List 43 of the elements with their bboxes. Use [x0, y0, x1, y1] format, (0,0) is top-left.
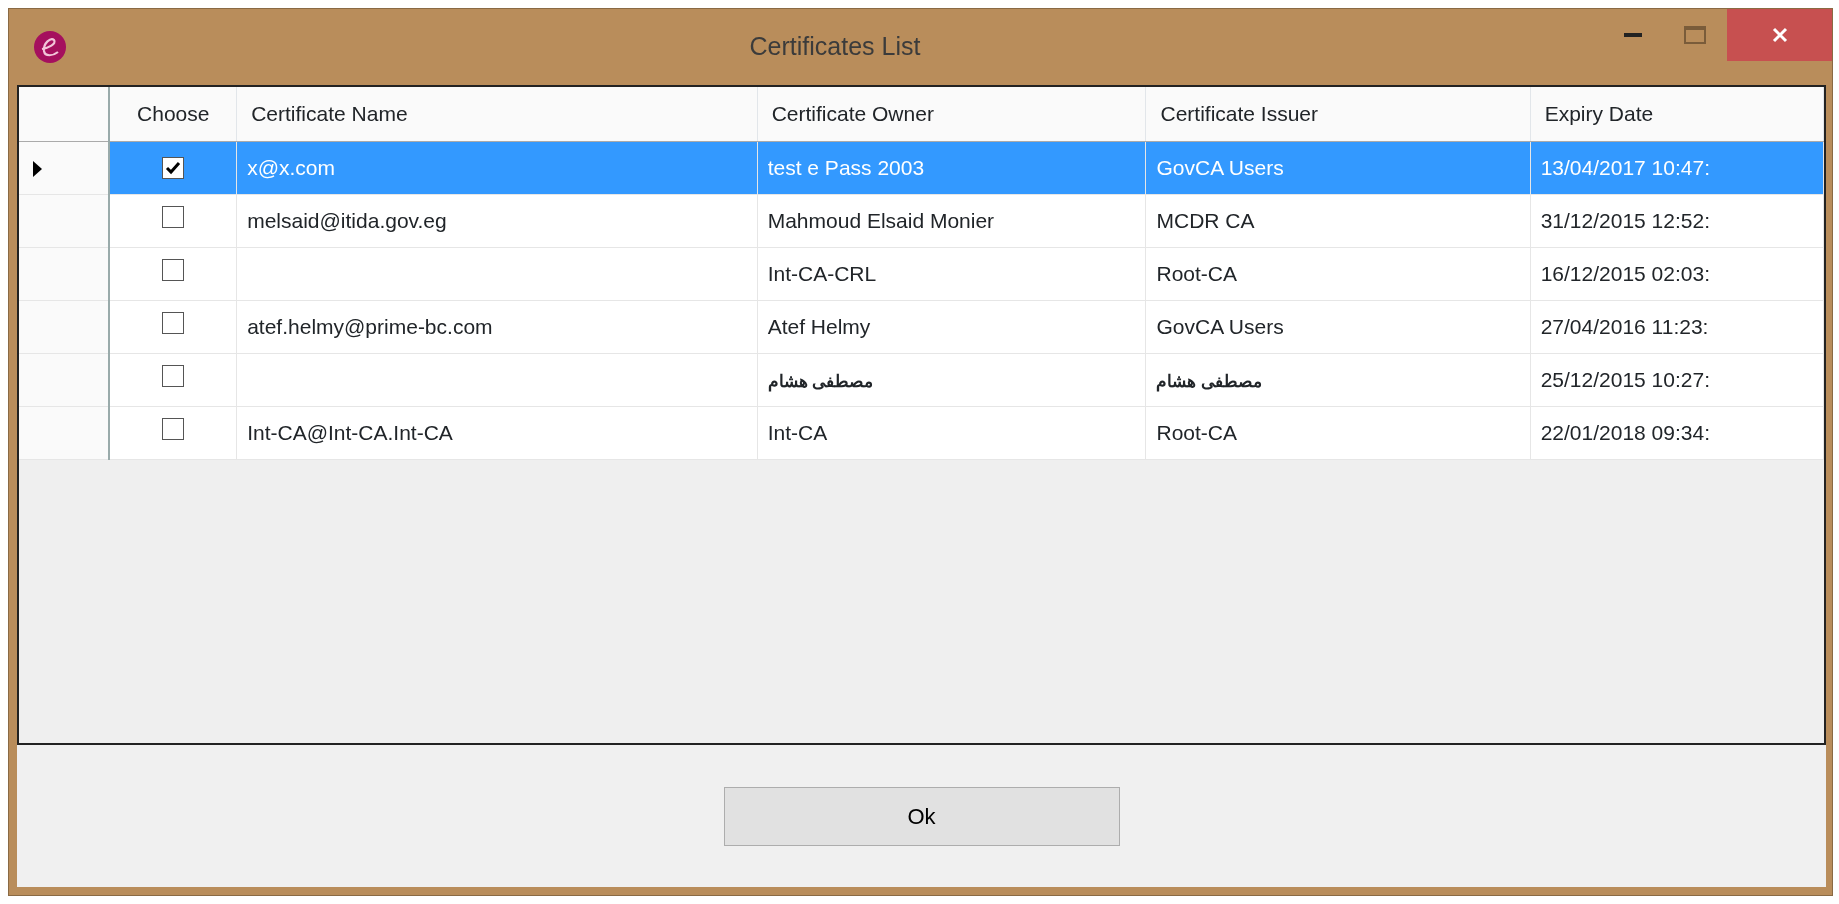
table-cell: 31/12/2015 12:52:: [1540, 208, 1710, 232]
ok-button[interactable]: Ok: [723, 786, 1120, 846]
checkbox[interactable]: [162, 364, 185, 387]
app-logo-icon: [33, 30, 67, 64]
checkbox[interactable]: [162, 258, 185, 281]
table-cell: Int-CA: [767, 420, 828, 444]
table-cell: atef.helmy@prime-bc.com: [247, 314, 493, 338]
table-cell: مصطفى هشام: [1156, 371, 1263, 391]
window-title: Certificates List: [748, 31, 922, 63]
column-header[interactable]: Certificate Issuer: [1160, 102, 1319, 125]
table-cell: 13/04/2017 10:47:: [1540, 155, 1710, 179]
table-cell: Int-CA@Int-CA.Int-CA: [247, 420, 453, 444]
table-row[interactable]: atef.helmy@prime-bc.com Atef Helmy GovCA Users 27/04/2016 11:23:: [19, 300, 1824, 353]
minimize-icon: [1624, 33, 1642, 37]
table-cell: 25/12/2015 10:27:: [1540, 367, 1710, 391]
table-row[interactable]: Int-CA-CRL Root-CA 16/12/2015 02:03:: [19, 247, 1824, 300]
table-cell: melsaid@itida.gov.eg: [247, 208, 447, 232]
checkbox[interactable]: [162, 156, 185, 179]
table-cell: MCDR CA: [1156, 208, 1255, 232]
table-cell: Atef Helmy: [767, 314, 871, 338]
checkbox[interactable]: [162, 311, 185, 334]
checkbox[interactable]: [162, 417, 185, 440]
close-icon: [1771, 27, 1788, 43]
current-row-indicator-icon: [33, 161, 42, 178]
table-row[interactable]: Int-CA@Int-CA.Int-CA Int-CA Root-CA 22/01/2018 09:34:: [19, 406, 1824, 459]
table-cell: x@x.com: [247, 155, 335, 179]
checkbox[interactable]: [162, 205, 185, 228]
table-cell: test e Pass 2003: [767, 155, 925, 179]
maximize-icon: [1684, 26, 1706, 44]
table-row[interactable]: melsaid@itida.gov.eg Mahmoud Elsaid Monier MCDR CA 31/12/2015 12:52:: [19, 194, 1824, 247]
table-cell: GovCA Users: [1156, 314, 1284, 338]
table-cell: مصطفى هشام: [767, 371, 874, 391]
column-header[interactable]: Expiry Date: [1544, 102, 1654, 125]
table-cell: Root-CA: [1156, 261, 1237, 285]
column-header[interactable]: Certificate Name: [251, 102, 408, 125]
table-cell: GovCA Users: [1156, 155, 1284, 179]
table-cell: Root-CA: [1156, 420, 1237, 444]
table-cell: Int-CA-CRL: [767, 261, 877, 285]
table-cell: 22/01/2018 09:34:: [1540, 420, 1710, 444]
column-header[interactable]: Certificate Owner: [771, 102, 934, 125]
table-cell: Mahmoud Elsaid Monier: [767, 208, 995, 232]
table-cell: 27/04/2016 11:23:: [1540, 314, 1709, 338]
table-cell: 16/12/2015 02:03:: [1540, 261, 1710, 285]
